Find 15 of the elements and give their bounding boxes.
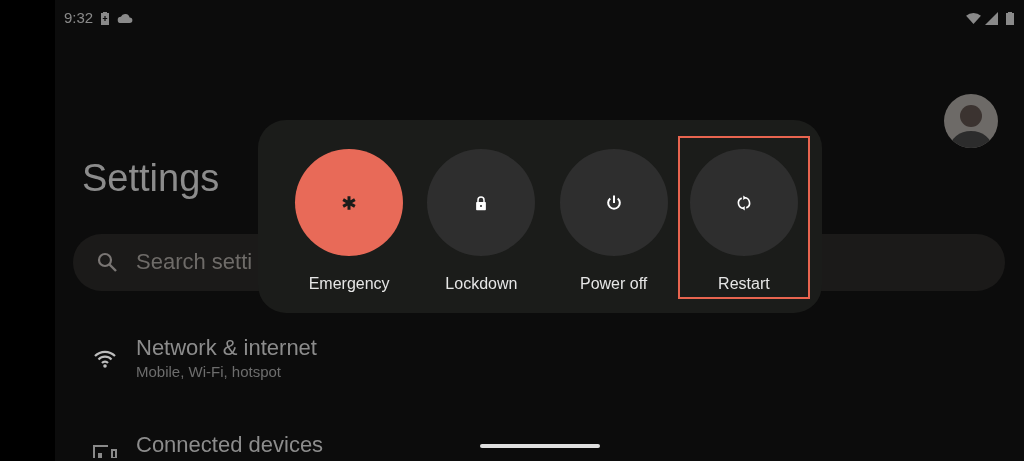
devices-icon bbox=[93, 444, 117, 459]
setting-title[interactable]: Connected devices bbox=[136, 431, 324, 459]
signal-icon bbox=[985, 11, 998, 25]
home-handle[interactable] bbox=[480, 444, 600, 448]
wifi-icon bbox=[966, 11, 981, 25]
power-menu-button[interactable]: Restart bbox=[677, 136, 810, 299]
setting-title[interactable]: Network & internet bbox=[136, 334, 317, 362]
battery-icon bbox=[1006, 11, 1014, 25]
cloud-icon bbox=[117, 12, 135, 24]
search-icon bbox=[97, 251, 117, 272]
page-title: Settings bbox=[82, 158, 221, 200]
wifi-icon bbox=[93, 350, 117, 369]
battery-charging-icon bbox=[101, 11, 110, 25]
setting-subtitle: Mobile, Wi-Fi, hotspot bbox=[136, 362, 283, 383]
status-time: 9:32 bbox=[64, 7, 94, 28]
